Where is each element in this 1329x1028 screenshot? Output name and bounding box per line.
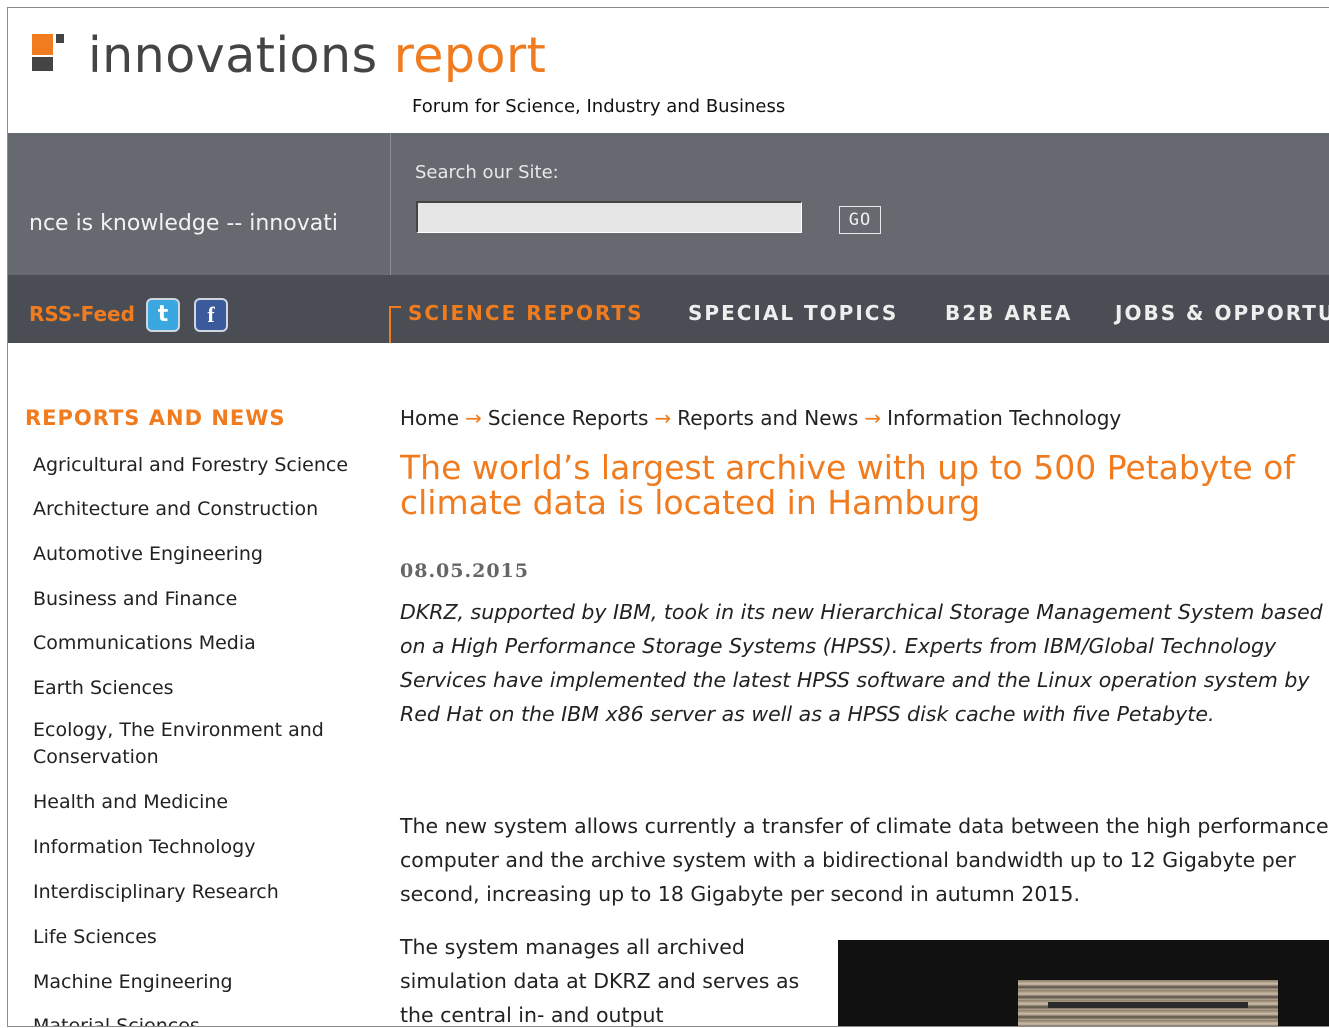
site-title-part2: report [393,27,547,84]
breadcrumb-science-reports[interactable]: Science Reports [488,406,649,430]
breadcrumb-reports-and-news[interactable]: Reports and News [677,406,858,430]
nav-special-topics[interactable]: SPECIAL TOPICS [688,301,898,325]
search-go-button[interactable]: GO [839,206,881,234]
marquee-ticker: nce is knowledge -- innovati [8,133,391,275]
breadcrumb-home[interactable]: Home [400,406,459,430]
facebook-icon[interactable]: f [194,298,228,332]
twitter-icon[interactable]: t [146,298,180,332]
search-band: nce is knowledge -- innovati Search our … [8,133,1329,275]
sidebar-item-material-sciences[interactable]: Material Sciences [33,1013,378,1026]
article-title: The world’s largest archive with up to 5… [400,448,1295,522]
nav-science-reports[interactable]: SCIENCE REPORTS [408,301,644,325]
search-label: Search our Site: [415,162,559,183]
sidebar-item-communications[interactable]: Communications Media [33,630,378,657]
sidebar-item-health[interactable]: Health and Medicine [33,789,378,816]
active-nav-indicator [389,306,401,343]
article-image [838,940,1329,1026]
sidebar-item-automotive[interactable]: Automotive Engineering [33,541,378,568]
article-lead: DKRZ, supported by IBM, took in its new … [400,600,1323,726]
sidebar-item-interdisciplinary[interactable]: Interdisciplinary Research [33,879,378,906]
breadcrumb-arrow-icon: → [465,406,482,430]
marquee-text: nce is knowledge -- innovati [29,211,338,236]
breadcrumb-arrow-icon: → [654,406,672,430]
sidebar-item-machine-engineering[interactable]: Machine Engineering [33,969,378,996]
rss-feed-link[interactable]: RSS-Feed [29,302,135,326]
sidebar-item-earth-sciences[interactable]: Earth Sciences [33,675,378,702]
sidebar-heading: REPORTS AND NEWS [25,406,286,430]
page-frame: innovations report Forum for Science, In… [7,7,1329,1027]
article-paragraph: The new system allows currently a transf… [400,814,1329,906]
breadcrumb-information-technology[interactable]: Information Technology [887,406,1121,430]
nav-jobs-opportunities[interactable]: JOBS & OPPORTU [1115,301,1329,325]
sidebar-item-ecology[interactable]: Ecology, The Environment and Conservatio… [33,717,353,771]
article-date: 08.05.2015 [400,560,529,582]
article-paragraph: The system manages all archived simulati… [400,935,800,1027]
tagline: Forum for Science, Industry and Business [412,96,786,117]
search-input[interactable] [416,201,802,233]
logo-icon[interactable] [32,34,72,78]
sidebar-item-life-sciences[interactable]: Life Sciences [33,924,378,951]
breadcrumb-arrow-icon: → [864,406,882,430]
sidebar-item-architecture[interactable]: Architecture and Construction [33,496,378,523]
site-title[interactable]: innovations report [88,26,546,86]
sidebar-item-agricultural[interactable]: Agricultural and Forestry Science [33,452,378,479]
site-title-part1: innovations [88,27,378,84]
sidebar-item-business[interactable]: Business and Finance [33,586,378,613]
breadcrumb: Home → Science Reports → Reports and News → In… [400,406,1121,430]
sidebar-item-information-technology[interactable]: Information Technology [33,834,378,861]
nav-b2b-area[interactable]: B2B AREA [945,301,1072,325]
